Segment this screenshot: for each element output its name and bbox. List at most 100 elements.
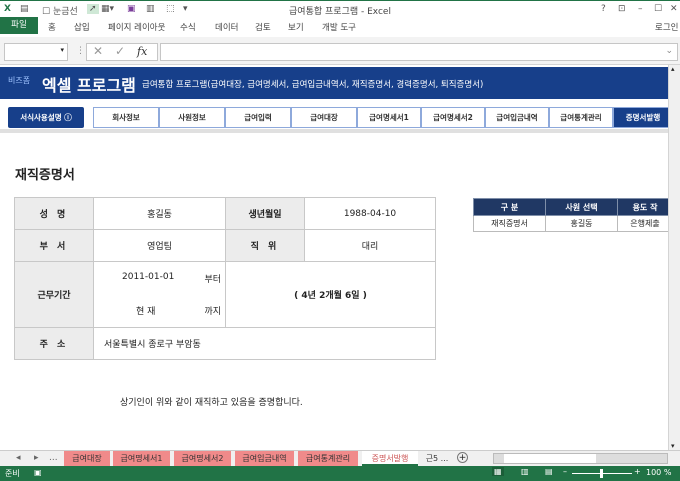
tab-formulas[interactable]: 수식 bbox=[180, 21, 196, 33]
page-layout-view-icon[interactable]: ▥ bbox=[521, 467, 529, 476]
period-label: 근무기간 bbox=[14, 261, 94, 328]
normal-view-icon[interactable]: ▦ bbox=[492, 467, 504, 476]
duration-value: ( 4년 2개월 6일 ) bbox=[225, 261, 436, 328]
position-value[interactable]: 대리 bbox=[304, 229, 436, 262]
nav-item[interactable]: 급여명세서1 bbox=[357, 107, 421, 128]
selector-employee[interactable]: 홍길동 bbox=[545, 215, 618, 232]
page-break-view-icon[interactable]: ▤ bbox=[545, 467, 553, 476]
ribbon-display-icon[interactable]: ⊡ bbox=[618, 4, 626, 14]
title-bar: X ▤ ☐ 눈금선 ➚ ▦▾ ▣ ▥ ⬚ ▾ 급여통합 프로그램 - Excel… bbox=[0, 0, 680, 17]
maximize-button[interactable]: ☐ bbox=[654, 4, 662, 14]
bizform-logo: 비즈폼 bbox=[8, 76, 31, 85]
certificate-form: 성 명 홍길동 생년월일 1988-04-10 부 서 영업팀 직 위 대리 근… bbox=[14, 197, 436, 360]
arrow-circle-icon: ⓘ bbox=[64, 113, 72, 122]
sheet-tab-active[interactable]: 증명서발행 bbox=[362, 451, 418, 466]
tab-home[interactable]: 홈 bbox=[48, 21, 56, 33]
selector-header-type: 구 분 bbox=[473, 198, 546, 216]
selector-header-employee: 사원 선택 bbox=[545, 198, 618, 216]
usage-guide-button[interactable]: 서식사용설명 ⓘ bbox=[8, 107, 84, 128]
name-box[interactable]: ▾ bbox=[4, 43, 68, 61]
zoom-slider[interactable] bbox=[572, 469, 632, 478]
window-title: 급여통합 프로그램 - Excel bbox=[289, 7, 391, 17]
to-label: 까지 bbox=[204, 307, 221, 318]
banner-subtitle: 급여통합 프로그램(급여대장, 급여명세서, 급여입금내역서, 재직증명서, 경… bbox=[142, 80, 484, 90]
end-date[interactable]: 현 재 bbox=[136, 307, 155, 317]
start-row: 2011-01-01 부터 bbox=[93, 261, 226, 295]
cancel-icon[interactable]: ✕ bbox=[93, 44, 103, 59]
zoom-level[interactable]: 100 % bbox=[646, 468, 671, 477]
zoom-thumb[interactable] bbox=[600, 469, 603, 478]
nav-item[interactable]: 급여입금내역 bbox=[485, 107, 549, 128]
position-label: 직 위 bbox=[225, 229, 305, 262]
zoom-out-icon[interactable]: – bbox=[563, 467, 567, 476]
worksheet[interactable]: 비즈폼 엑셀 프로그램 급여통합 프로그램(급여대장, 급여명세서, 급여입금내… bbox=[0, 65, 668, 450]
tab-next-icon[interactable]: ▸ bbox=[34, 453, 39, 463]
tab-insert[interactable]: 삽입 bbox=[74, 21, 90, 33]
birth-label: 생년월일 bbox=[225, 197, 305, 230]
tab-prev-icon[interactable]: ◂ bbox=[16, 453, 21, 463]
vertical-scrollbar[interactable]: ▴ ▾ bbox=[668, 65, 680, 450]
address-value[interactable]: 서울특별시 종로구 부암동 bbox=[93, 327, 436, 360]
from-label: 부터 bbox=[204, 274, 221, 285]
sheet-tab[interactable]: 급여입금내역 bbox=[235, 451, 294, 466]
nav-items: 회사정보 사원정보 급여입력 급여대장 급여명세서1 급여명세서2 급여입금내역 급여통계관리… bbox=[93, 99, 668, 133]
dept-label: 부 서 bbox=[14, 229, 94, 262]
selector-table: 구 분 사원 선택 용도 작 재직증명서 홍길동 은행제출 bbox=[473, 198, 668, 232]
nav-item[interactable]: 급여대장 bbox=[291, 107, 357, 128]
nav-item[interactable]: 사원정보 bbox=[159, 107, 225, 128]
macro-record-icon[interactable]: ▣ bbox=[34, 468, 42, 477]
minimize-button[interactable]: – bbox=[638, 4, 643, 14]
horizontal-scrollbar[interactable] bbox=[493, 453, 668, 464]
tab-page-layout[interactable]: 페이지 레이아웃 bbox=[108, 21, 165, 33]
scroll-up-icon[interactable]: ▴ bbox=[671, 65, 675, 73]
document-title: 재직증명서 bbox=[15, 168, 75, 183]
scroll-down-icon[interactable]: ▾ bbox=[671, 442, 675, 450]
nav-item[interactable]: 급여통계관리 bbox=[549, 107, 613, 128]
help-button[interactable]: ? bbox=[601, 4, 606, 14]
certificate-statement: 상기인이 위와 같이 재직하고 있음을 증명합니다. bbox=[120, 398, 303, 408]
selector-header-purpose: 용도 작 bbox=[617, 198, 668, 216]
sheet-tab[interactable]: 급여통계관리 bbox=[298, 451, 358, 466]
tab-developer[interactable]: 개발 도구 bbox=[322, 21, 356, 33]
tab-more[interactable]: ... bbox=[49, 453, 58, 463]
nav-item[interactable]: 증명서발행 bbox=[613, 107, 668, 128]
status-bar: 준비 ▣ ▦ ▥ ▤ – + 100 % bbox=[0, 466, 680, 481]
tab-view[interactable]: 보기 bbox=[288, 21, 304, 33]
expand-icon[interactable]: ⌄ bbox=[665, 46, 673, 56]
name-label: 성 명 bbox=[14, 197, 94, 230]
banner-title: 엑셀 프로그램 bbox=[42, 76, 136, 95]
sheet-tab[interactable]: 근5 ... bbox=[421, 451, 453, 466]
tab-file[interactable]: 파일 bbox=[0, 17, 38, 34]
name-value[interactable]: 홍길동 bbox=[93, 197, 226, 230]
enter-icon[interactable]: ✓ bbox=[115, 44, 125, 59]
status-ready: 준비 bbox=[5, 469, 20, 478]
nav-item[interactable]: 급여명세서2 bbox=[421, 107, 485, 128]
end-row: 현 재 까지 bbox=[93, 294, 226, 328]
selector-purpose[interactable]: 은행제출 bbox=[617, 215, 668, 232]
formula-input[interactable]: ⌄ bbox=[160, 43, 678, 61]
selector-type[interactable]: 재직증명서 bbox=[473, 215, 546, 232]
zoom-in-icon[interactable]: + bbox=[634, 467, 641, 476]
nav-item[interactable]: 급여입력 bbox=[225, 107, 291, 128]
ribbon-tabs: 파일 홈 삽입 페이지 레이아웃 수식 데이터 검토 보기 개발 도구 로그인 bbox=[0, 17, 680, 37]
usage-guide-label: 서식사용설명 bbox=[20, 113, 62, 122]
tab-review[interactable]: 검토 bbox=[255, 21, 271, 33]
banner: 비즈폼 엑셀 프로그램 급여통합 프로그램(급여대장, 급여명세서, 급여입금내… bbox=[0, 67, 668, 99]
add-sheet-button[interactable]: + bbox=[457, 452, 468, 463]
sheet-tab[interactable]: 급여명세서1 bbox=[113, 451, 170, 466]
tab-data[interactable]: 데이터 bbox=[215, 21, 238, 33]
dept-value[interactable]: 영업팀 bbox=[93, 229, 226, 262]
insert-function-icon[interactable]: fx bbox=[137, 44, 147, 59]
scroll-thumb[interactable] bbox=[504, 454, 596, 463]
formula-bar: ▾ ⋮ ✕ ✓ fx ⌄ bbox=[0, 37, 680, 65]
close-button[interactable]: ✕ bbox=[670, 4, 678, 14]
nav-bar: 서식사용설명 ⓘ 회사정보 사원정보 급여입력 급여대장 급여명세서1 급여명세서2 급여입… bbox=[0, 99, 668, 133]
birth-value[interactable]: 1988-04-10 bbox=[304, 197, 436, 230]
address-label: 주 소 bbox=[14, 327, 94, 360]
chevron-down-icon[interactable]: ▾ bbox=[60, 46, 64, 54]
nav-item[interactable]: 회사정보 bbox=[93, 107, 159, 128]
sheet-tab[interactable]: 급여명세서2 bbox=[174, 451, 231, 466]
start-date[interactable]: 2011-01-01 bbox=[122, 272, 174, 282]
sheet-tab[interactable]: 급여대장 bbox=[64, 451, 110, 466]
login-link[interactable]: 로그인 bbox=[655, 21, 678, 33]
